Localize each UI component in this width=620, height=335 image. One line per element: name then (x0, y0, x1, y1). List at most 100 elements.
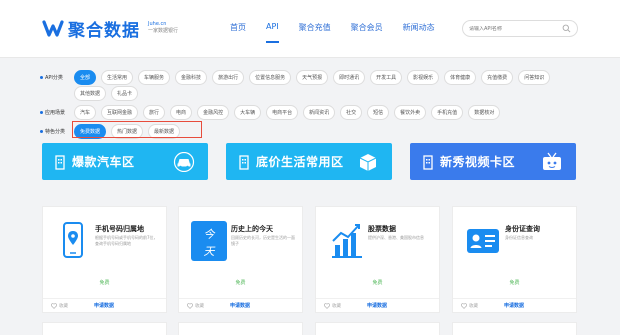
svg-text:今: 今 (204, 228, 216, 241)
nav-home[interactable]: 首页 (230, 22, 246, 33)
main-nav: 首页 API 聚合充值 聚合会员 新闻动态 (230, 22, 455, 43)
logo[interactable]: 聚合数据 Juhe.cn 一家数据银行 (42, 14, 178, 42)
card-price: 免费 (372, 280, 383, 286)
chip-scene[interactable]: 数据核对 (468, 105, 501, 120)
chip-category[interactable]: 礼品卡 (111, 86, 139, 101)
chip-category[interactable]: 影视娱乐 (407, 70, 440, 85)
heart-icon (324, 302, 330, 309)
card-title[interactable]: 手机号码归属地 (95, 224, 144, 234)
chip-category[interactable]: 车辆服务 (138, 70, 171, 85)
filter-scene-row: 应用场景 汽车 互联网金融 旅行 电商 金融风控 大车辆 电商平台 新闻资讯 社… (40, 105, 505, 120)
chip-scene[interactable]: 餐饮外卖 (394, 105, 427, 120)
card-desc: 根据手机号码或手机号码的前7位，查询手机号码归属地 (95, 235, 158, 246)
chip-category[interactable]: 金融科技 (175, 70, 208, 85)
chip-category[interactable]: 生活常用 (101, 70, 134, 85)
logo-text: 聚合数据 (68, 20, 140, 41)
api-card[interactable]: 股票数据 提供沪深、香港、美国股市信息 免费 收藏 申请数据 (315, 206, 440, 313)
filter-category-row: API分类 全部 生活常用 车辆服务 金融科技 旅游出行 位置信息服务 天气预报… (40, 70, 555, 85)
nav-member[interactable]: 聚合会员 (351, 22, 383, 33)
favorite-button[interactable]: 收藏 (51, 302, 68, 309)
card-desc: 身份证信息查询 (505, 235, 533, 240)
chip-category-all[interactable]: 全部 (74, 70, 97, 85)
package-icon (359, 153, 377, 171)
search-icon[interactable] (562, 24, 571, 33)
card-price: 免费 (99, 280, 110, 286)
favorite-button[interactable]: 收藏 (461, 302, 478, 309)
chip-category[interactable]: 位置信息服务 (249, 70, 292, 85)
card-price: 免费 (235, 280, 246, 286)
banner-label: 底价生活常用区 (256, 155, 344, 169)
apply-data-button[interactable]: 申请数据 (94, 302, 114, 309)
api-card-partial[interactable] (178, 322, 303, 335)
favorite-button[interactable]: 收藏 (324, 302, 341, 309)
building-icon (423, 154, 433, 170)
filter-category-row-2: 其他数据 礼品卡 (74, 86, 143, 101)
annotation-highlight-box (72, 121, 202, 138)
banner-life-zone[interactable]: 底价生活常用区 (226, 143, 392, 180)
banner-video-card-zone[interactable]: 新秀视频卡区 (410, 143, 576, 180)
chip-scene[interactable]: 社交 (340, 105, 363, 120)
top-header: 聚合数据 Juhe.cn 一家数据银行 首页 API 聚合充值 聚合会员 新闻动… (0, 0, 620, 58)
chip-category[interactable]: 充值缴费 (481, 70, 514, 85)
chip-scene[interactable]: 电商平台 (266, 105, 299, 120)
chip-category[interactable]: 体育健康 (444, 70, 477, 85)
chip-category[interactable]: 问答知识 (518, 70, 551, 85)
banner-car-zone[interactable]: 爆款汽车区 (42, 143, 208, 180)
apply-data-button[interactable]: 申请数据 (367, 302, 387, 309)
api-card-partial[interactable] (315, 322, 440, 335)
api-card[interactable]: 今 天 历史上的今天 回顾历史的长河，历史是生活的一面镜子 免费 收藏 申请数据 (178, 206, 303, 313)
card-title[interactable]: 身份证查询 (505, 224, 540, 234)
heart-icon (461, 302, 467, 309)
filter-feature-label: 特色分类 (40, 128, 74, 135)
chip-scene[interactable]: 短信 (367, 105, 390, 120)
card-desc: 回顾历史的长河，历史是生活的一面镜子 (231, 235, 295, 246)
nav-recharge[interactable]: 聚合充值 (299, 22, 331, 33)
chip-scene[interactable]: 大车辆 (234, 105, 262, 120)
chip-scene[interactable]: 旅行 (143, 105, 166, 120)
chip-category[interactable]: 开发工具 (370, 70, 403, 85)
search-input[interactable] (469, 25, 559, 32)
id-card-icon (467, 229, 499, 253)
building-icon (55, 154, 65, 170)
chip-scene[interactable]: 电商 (170, 105, 193, 120)
card-desc: 提供沪深、香港、美国股市信息 (368, 235, 424, 240)
card-title[interactable]: 股票数据 (368, 224, 396, 234)
card-title[interactable]: 历史上的今天 (231, 224, 273, 234)
chip-category[interactable]: 即时通讯 (333, 70, 366, 85)
api-card[interactable]: 手机号码归属地 根据手机号码或手机号码的前7位，查询手机号码归属地 免费 收藏 … (42, 206, 167, 313)
nav-news[interactable]: 新闻动态 (403, 22, 435, 33)
search-box[interactable] (462, 20, 578, 37)
chip-scene[interactable]: 手机充值 (431, 105, 464, 120)
chip-scene[interactable]: 汽车 (74, 105, 97, 120)
chip-scene[interactable]: 金融风控 (197, 105, 230, 120)
api-card-partial[interactable] (452, 322, 577, 335)
chip-category[interactable]: 天气预报 (296, 70, 329, 85)
logo-mark-icon (42, 20, 64, 37)
favorite-button[interactable]: 收藏 (187, 302, 204, 309)
svg-text:天: 天 (204, 245, 216, 258)
chip-category[interactable]: 旅游出行 (212, 70, 245, 85)
heart-icon (187, 302, 193, 309)
api-card[interactable]: 身份证查询 身份证信息查询 免费 收藏 申请数据 (452, 206, 577, 313)
banner-label: 新秀视频卡区 (440, 155, 516, 169)
card-price: 免费 (509, 280, 520, 286)
filter-category-label: API分类 (40, 74, 74, 81)
heart-icon (51, 302, 57, 309)
stock-chart-icon (332, 224, 362, 258)
building-icon (239, 154, 249, 170)
history-today-icon: 今 天 (191, 221, 227, 261)
banner-label: 爆款汽车区 (72, 155, 135, 169)
apply-data-button[interactable]: 申请数据 (230, 302, 250, 309)
apply-data-button[interactable]: 申请数据 (504, 302, 524, 309)
phone-location-icon (63, 222, 83, 258)
chip-category[interactable]: 其他数据 (74, 86, 107, 101)
car-icon (173, 151, 195, 172)
nav-api[interactable]: API (266, 22, 279, 43)
chip-scene[interactable]: 新闻资讯 (303, 105, 336, 120)
logo-domain: Juhe.cn (148, 21, 167, 27)
filter-scene-label: 应用场景 (40, 109, 74, 116)
api-card-partial[interactable] (42, 322, 167, 335)
chip-scene[interactable]: 互联网金融 (101, 105, 139, 120)
logo-tagline: 一家数据银行 (148, 28, 179, 34)
tv-icon (543, 152, 561, 170)
